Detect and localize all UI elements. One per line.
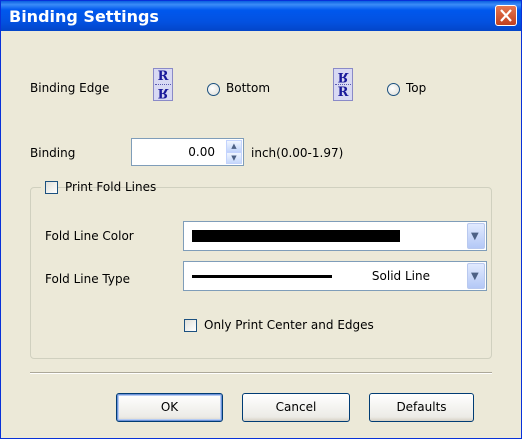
binding-unit-range: inch(0.00-1.97) [251, 146, 344, 160]
spin-down-icon[interactable]: ▼ [226, 152, 242, 164]
binding-edge-label: Binding Edge [30, 81, 110, 95]
only-center-edges-checkbox[interactable] [184, 319, 197, 332]
color-swatch [192, 230, 400, 242]
window-title: Binding Settings [9, 7, 159, 26]
icon-letter-bottom-flipped: R [154, 85, 172, 100]
chevron-down-icon: ▼ [471, 231, 479, 242]
fold-line-type-value: Solid Line [371, 269, 430, 283]
line-sample [192, 275, 332, 278]
cancel-button[interactable]: Cancel [242, 393, 350, 422]
ok-button[interactable]: OK [116, 393, 223, 422]
print-fold-lines-label[interactable]: Print Fold Lines [65, 180, 156, 194]
fold-line-type-select[interactable]: Solid Line ▼ [183, 261, 487, 291]
binding-spinner[interactable]: 0.00 ▲ ▼ [131, 138, 244, 166]
radio-top[interactable] [387, 83, 400, 96]
radio-top-label[interactable]: Top [406, 81, 426, 95]
binding-top-icon: R R [333, 68, 353, 101]
spin-up-icon[interactable]: ▲ [226, 140, 242, 152]
fold-line-color-label: Fold Line Color [45, 229, 134, 243]
radio-bottom[interactable] [207, 83, 220, 96]
close-icon [500, 9, 512, 22]
defaults-button[interactable]: Defaults [369, 393, 474, 422]
icon-letter-top: R [157, 69, 169, 84]
title-bar[interactable]: Binding Settings [1, 1, 521, 31]
fold-line-color-select[interactable]: ▼ [183, 221, 487, 251]
spinner-buttons: ▲ ▼ [226, 140, 242, 164]
icon-letter-flipped: R [337, 69, 349, 84]
print-fold-lines-checkbox[interactable] [45, 181, 58, 194]
icon-letter-top-flipped: R [334, 69, 352, 84]
icon-letter-bottom: R [337, 85, 349, 100]
chevron-down-icon: ▼ [471, 271, 479, 282]
fold-line-type-label: Fold Line Type [45, 272, 130, 286]
dropdown-arrow-button[interactable]: ▼ [467, 223, 485, 249]
binding-value[interactable]: 0.00 [188, 145, 215, 159]
binding-label: Binding [30, 146, 76, 160]
binding-settings-dialog: Binding Settings Binding Edge R R Bottom… [0, 0, 522, 439]
fold-lines-legend: Print Fold Lines [41, 179, 156, 197]
radio-bottom-label[interactable]: Bottom [226, 81, 270, 95]
dropdown-arrow-button[interactable]: ▼ [467, 263, 485, 289]
close-button[interactable] [495, 5, 517, 26]
icon-letter-flipped: R [157, 85, 169, 100]
separator [30, 372, 492, 374]
binding-bottom-icon: R R [153, 68, 173, 101]
only-center-edges-label[interactable]: Only Print Center and Edges [204, 318, 374, 332]
